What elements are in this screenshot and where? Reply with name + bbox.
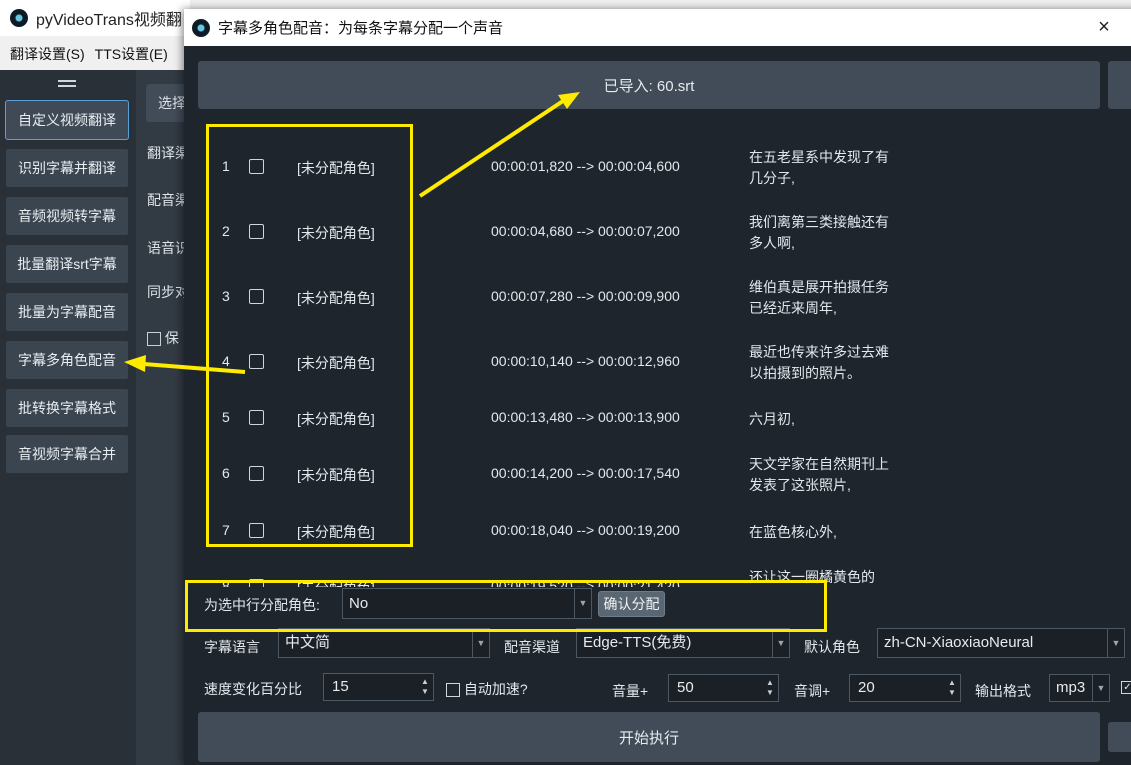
menu-tts-settings[interactable]: TTS设置(E) — [95, 44, 168, 64]
row-text: 六月初, — [749, 411, 795, 427]
chevron-down-icon: ▼ — [1092, 675, 1109, 701]
chevron-down-icon: ▼ — [1107, 629, 1124, 657]
default-role-value: zh-CN-XiaoxiaoNeural — [884, 634, 1034, 651]
row-time: 00:00:14,200 --> 00:00:17,540 — [491, 465, 680, 481]
volume-input[interactable]: 50 ▲ ▼ — [668, 674, 779, 702]
subtitle-language-select[interactable]: 中文简 ▼ — [278, 628, 490, 658]
row-time: 00:00:07,280 --> 00:00:09,900 — [491, 288, 680, 304]
default-role-select[interactable]: zh-CN-XiaoxiaoNeural ▼ — [877, 628, 1125, 658]
pitch-value: 20 — [858, 679, 875, 696]
sidebar-item-audio-to-subtitle[interactable]: 音频视频转字幕 — [5, 196, 129, 236]
chevron-down-icon: ▼ — [772, 629, 789, 657]
import-srt-button[interactable]: 已导入: 60.srt — [198, 61, 1100, 109]
row-time: 00:00:13,480 --> 00:00:13,900 — [491, 409, 680, 425]
keep-option[interactable]: 保 — [147, 328, 179, 348]
tts-channel-select[interactable]: Edge-TTS(免费) ▼ — [576, 628, 790, 658]
import-side-button[interactable] — [1108, 61, 1131, 109]
volume-label: 音量+ — [612, 683, 649, 699]
row-text: 我们离第三类接触还有多人啊, — [749, 214, 889, 251]
speech-recognition-label: 语音识 — [147, 240, 189, 256]
tts-channel-label: 配音渠 — [147, 192, 189, 208]
speed-input[interactable]: 15 ▲ ▼ — [323, 673, 434, 701]
menu-translate-settings[interactable]: 翻译设置(S) — [10, 44, 85, 64]
tts-channel-value: Edge-TTS(免费) — [583, 634, 692, 651]
start-button[interactable]: 开始执行 — [198, 712, 1100, 762]
row-time: 00:00:04,680 --> 00:00:07,200 — [491, 223, 680, 239]
annotation-box-rows — [206, 124, 413, 547]
subtitle-language-value: 中文简 — [285, 634, 331, 651]
sync-label: 同步对 — [147, 284, 189, 300]
speed-value: 15 — [332, 678, 349, 695]
spinner-arrows-icon[interactable]: ▲ ▼ — [947, 678, 957, 698]
sidebar: 自定义视频翻译 识别字幕并翻译 音频视频转字幕 批量翻译srt字幕 批量为字幕配… — [0, 70, 136, 765]
default-role-label: 默认角色 — [804, 639, 860, 655]
auto-speed-option[interactable]: 自动加速? — [446, 679, 528, 699]
row-text: 在五老星系中发现了有几分子, — [749, 149, 889, 186]
main-window: pyVideoTrans视频翻 翻译设置(S) TTS设置(E) 自定义视频翻译… — [0, 0, 196, 765]
pitch-label: 音调+ — [794, 683, 831, 699]
row-text: 维伯真是展开拍摄任务已经近来周年, — [749, 279, 889, 316]
output-format-value: mp3 — [1056, 679, 1086, 696]
subtitle-language-label: 字幕语言 — [204, 639, 260, 655]
speed-label: 速度变化百分比 — [204, 681, 302, 697]
volume-value: 50 — [677, 679, 694, 696]
output-format-label: 输出格式 — [975, 683, 1031, 699]
main-menubar: 翻译设置(S) TTS设置(E) — [0, 38, 190, 70]
keep-label: 保 — [164, 330, 179, 346]
sidebar-item-batch-dubbing[interactable]: 批量为字幕配音 — [5, 292, 129, 332]
row-text: 最近也传来许多过去难以拍摄到的照片。 — [749, 344, 889, 381]
sidebar-item-recognize-translate[interactable]: 识别字幕并翻译 — [5, 148, 129, 188]
sidebar-grip-icon[interactable] — [58, 80, 76, 90]
sidebar-item-convert-format[interactable]: 批转换字幕格式 — [5, 388, 129, 428]
dialog-title-bar: 字幕多角色配音：为每条字幕分配一个声音 × — [184, 9, 1131, 46]
chevron-down-icon: ▼ — [472, 629, 489, 657]
row-text: 在蓝色核心外, — [749, 524, 837, 540]
close-icon[interactable]: × — [1092, 15, 1116, 39]
stop-side-button[interactable] — [1108, 722, 1131, 752]
dialog-logo-icon — [192, 18, 210, 37]
translate-channel-label: 翻译渠 — [147, 145, 189, 161]
keep-checkbox[interactable] — [147, 332, 161, 347]
main-title-bar: pyVideoTrans视频翻 — [0, 0, 190, 36]
sidebar-item-batch-translate-srt[interactable]: 批量翻译srt字幕 — [5, 244, 129, 284]
output-format-select[interactable]: mp3 ▼ — [1049, 674, 1110, 702]
row-text: 天文学家在自然期刊上发表了这张照片, — [749, 456, 889, 493]
annotation-box-assign — [185, 580, 827, 632]
main-window-title: pyVideoTrans视频翻 — [36, 12, 182, 29]
row-time: 00:00:01,820 --> 00:00:04,600 — [491, 158, 680, 174]
spinner-arrows-icon[interactable]: ▲ ▼ — [765, 678, 775, 698]
sidebar-item-custom-video-translate[interactable]: 自定义视频翻译 — [5, 100, 129, 140]
extra-option-checkbox[interactable]: ✓ — [1121, 681, 1131, 694]
row-time: 00:00:18,040 --> 00:00:19,200 — [491, 522, 680, 538]
tts-channel-label: 配音渠道 — [504, 639, 560, 655]
sidebar-item-multi-role-dubbing[interactable]: 字幕多角色配音 — [5, 340, 129, 380]
auto-speed-label: 自动加速? — [463, 681, 528, 697]
main-form-area: 选择 翻译渠 配音渠 语音识 同步对 保 — [136, 70, 196, 765]
pitch-input[interactable]: 20 ▲ ▼ — [849, 674, 961, 702]
dialog-title: 字幕多角色配音：为每条字幕分配一个声音 — [218, 20, 504, 37]
auto-speed-checkbox[interactable] — [446, 683, 460, 698]
spinner-arrows-icon[interactable]: ▲ ▼ — [420, 677, 430, 697]
sidebar-item-merge-av-subtitle[interactable]: 音视频字幕合并 — [5, 434, 129, 474]
app-logo-icon — [10, 9, 28, 27]
row-time: 00:00:10,140 --> 00:00:12,960 — [491, 353, 680, 369]
